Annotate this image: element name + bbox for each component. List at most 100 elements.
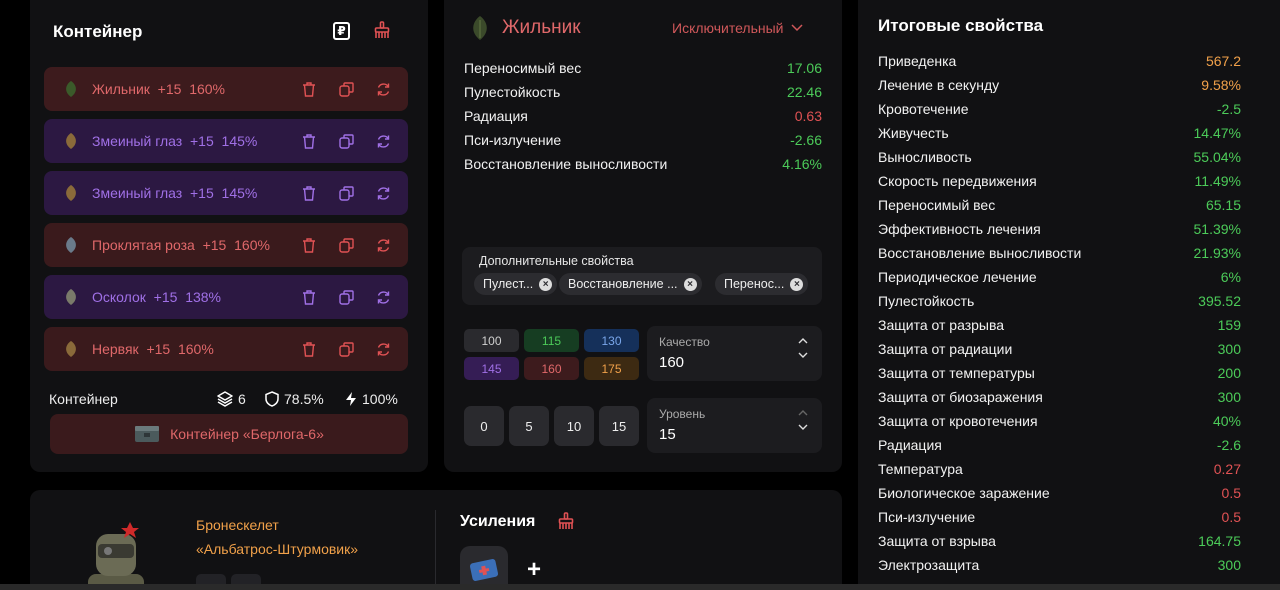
- artifact-prop-row: Радиация 0.63: [464, 108, 822, 132]
- quality-preset-button[interactable]: 100: [464, 329, 519, 352]
- container-item[interactable]: Змеиный глаз +15 145%: [44, 171, 408, 215]
- copy-icon[interactable]: [337, 340, 355, 358]
- container-item[interactable]: Жильник +15 160%: [44, 67, 408, 111]
- slots-value: 6: [238, 391, 246, 407]
- refresh-icon[interactable]: [374, 80, 392, 98]
- refresh-icon[interactable]: [374, 340, 392, 358]
- close-icon[interactable]: ×: [790, 277, 804, 291]
- total-prop-row: Защита от кровотечения 40%: [878, 413, 1241, 437]
- chevron-up-icon[interactable]: [798, 337, 808, 344]
- chevron-down-icon[interactable]: [798, 424, 808, 431]
- prop-value: 11.49%: [1194, 173, 1241, 189]
- quality-preset-button[interactable]: 130: [584, 329, 639, 352]
- copy-icon[interactable]: [337, 236, 355, 254]
- refresh-icon[interactable]: [374, 236, 392, 254]
- level-spinner[interactable]: Уровень 15: [647, 398, 822, 453]
- prop-label: Приведенка: [878, 53, 957, 69]
- artifact-leaf-icon: [473, 16, 487, 40]
- container-footer-label: Контейнер: [49, 391, 118, 407]
- prop-label: Живучесть: [878, 125, 949, 141]
- suit-image[interactable]: [68, 520, 164, 590]
- prop-label: Переносимый вес: [464, 60, 582, 76]
- prop-label: Биологическое заражение: [878, 485, 1050, 501]
- container-item[interactable]: Нервяк +15 160%: [44, 327, 408, 371]
- prop-value: 6%: [1220, 269, 1241, 285]
- quality-preset-button[interactable]: 115: [524, 329, 579, 352]
- chevron-down-icon: [791, 24, 804, 32]
- refresh-icon[interactable]: [374, 184, 392, 202]
- prop-label: Восстановление выносливости: [464, 156, 668, 172]
- item-actions: [300, 327, 392, 371]
- add-boost-button[interactable]: +: [527, 556, 541, 584]
- copy-icon[interactable]: [337, 288, 355, 306]
- chevron-up-icon[interactable]: [798, 409, 808, 416]
- total-prop-row: Переносимый вес 65.15: [878, 197, 1241, 221]
- trash-icon[interactable]: [300, 80, 318, 98]
- artifact-thumb-icon: [62, 184, 80, 202]
- shield-icon: [265, 391, 279, 407]
- prop-label: Радиация: [464, 108, 528, 124]
- chevron-down-icon[interactable]: [798, 352, 808, 359]
- broom-icon[interactable]: [557, 512, 575, 535]
- ruble-icon[interactable]: ₽: [333, 22, 350, 40]
- prop-value: 200: [1217, 365, 1241, 381]
- copy-icon[interactable]: [337, 80, 355, 98]
- container-item-label: Змеиный глаз +15 145%: [92, 185, 258, 201]
- horizontal-scrollbar[interactable]: [0, 584, 1280, 590]
- artifact-panel: Жильник Исключительный Переносимый вес 17…: [444, 0, 842, 472]
- container-item[interactable]: Осколок +15 138%: [44, 275, 408, 319]
- level-preset-button[interactable]: 0: [464, 406, 504, 446]
- artifact-header: Жильник: [468, 14, 581, 42]
- quality-spinner[interactable]: Качество 160: [647, 326, 822, 381]
- refresh-icon[interactable]: [374, 132, 392, 150]
- layers-icon: [217, 391, 233, 407]
- total-prop-row: Эффективность лечения 51.39%: [878, 221, 1241, 245]
- artifact-thumb-icon: [62, 132, 80, 150]
- artifact-prop-row: Переносимый вес 17.06: [464, 60, 822, 84]
- prop-label: Пулестойкость: [878, 293, 975, 309]
- extra-chip[interactable]: Пулест... ×: [474, 273, 558, 295]
- total-prop-row: Живучесть 14.47%: [878, 125, 1241, 149]
- prop-value: 0.5: [1221, 485, 1241, 501]
- container-select-button[interactable]: Контейнер «Берлога-6»: [50, 414, 408, 454]
- prop-label: Электрозащита: [878, 557, 980, 573]
- level-value: 15: [659, 426, 676, 443]
- container-item[interactable]: Проклятая роза +15 160%: [44, 223, 408, 267]
- total-props-panel: Итоговые свойства Приведенка 567.2 Лечение…: [858, 0, 1280, 590]
- copy-icon[interactable]: [337, 132, 355, 150]
- rarity-dropdown[interactable]: Исключительный: [672, 20, 804, 36]
- quality-preset-button[interactable]: 175: [584, 357, 639, 380]
- prop-value: 40%: [1212, 413, 1241, 429]
- artifact-thumb-icon: [62, 236, 80, 254]
- quality-preset-button[interactable]: 160: [524, 357, 579, 380]
- quality-preset-button[interactable]: 145: [464, 357, 519, 380]
- total-prop-row: Радиация -2.6: [878, 437, 1241, 461]
- prop-value: 0.27: [1213, 461, 1241, 477]
- close-icon[interactable]: ×: [539, 277, 553, 291]
- container-item-label: Нервяк +15 160%: [92, 341, 214, 357]
- prop-value: 159: [1217, 317, 1241, 333]
- prop-label: Переносимый вес: [878, 197, 996, 213]
- artifact-thumb-icon: [62, 80, 80, 98]
- trash-icon[interactable]: [300, 288, 318, 306]
- container-item[interactable]: Змеиный глаз +15 145%: [44, 119, 408, 163]
- trash-icon[interactable]: [300, 132, 318, 150]
- slots-stat: 6: [217, 391, 246, 407]
- level-preset-button[interactable]: 15: [599, 406, 639, 446]
- trash-icon[interactable]: [300, 184, 318, 202]
- broom-icon[interactable]: [372, 20, 392, 40]
- close-icon[interactable]: ×: [683, 277, 697, 291]
- trash-icon[interactable]: [300, 236, 318, 254]
- extra-chip[interactable]: Восстановление ... ×: [559, 273, 702, 295]
- container-box-icon: [135, 426, 160, 442]
- level-preset-button[interactable]: 10: [554, 406, 594, 446]
- level-preset-button[interactable]: 5: [509, 406, 549, 446]
- extra-chip[interactable]: Перенос... ×: [715, 273, 809, 295]
- prop-value: 0.5: [1221, 509, 1241, 525]
- extra-props-box: Дополнительные свойства Пулест... × Восст…: [462, 247, 822, 305]
- prop-value: 17.06: [786, 60, 822, 76]
- prop-label: Скорость передвижения: [878, 173, 1037, 189]
- refresh-icon[interactable]: [374, 288, 392, 306]
- trash-icon[interactable]: [300, 340, 318, 358]
- copy-icon[interactable]: [337, 184, 355, 202]
